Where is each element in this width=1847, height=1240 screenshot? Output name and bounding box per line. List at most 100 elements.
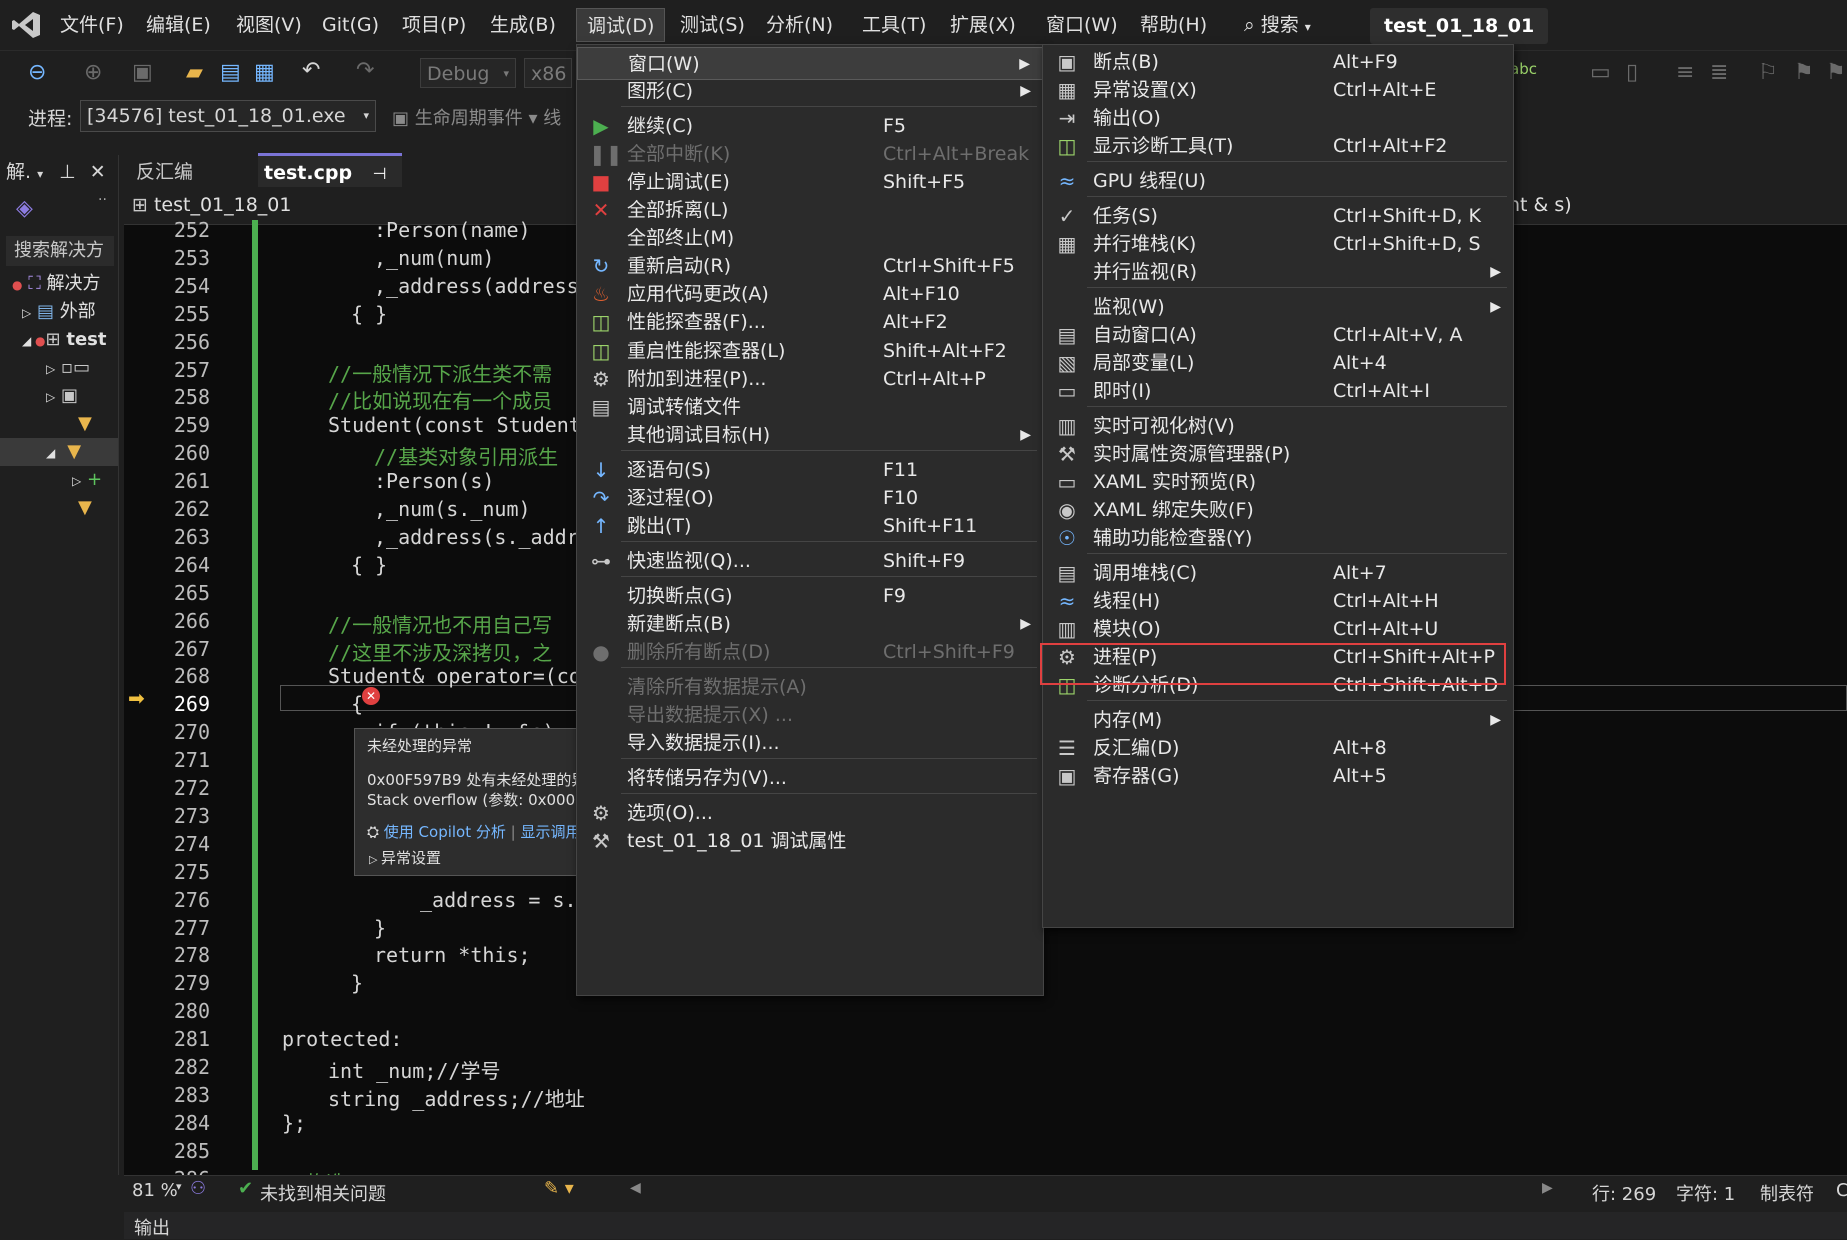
menu-item-shortcut: Ctrl+Shift+F9 [883, 641, 1015, 663]
menu-item-shortcut: Alt+5 [1333, 765, 1387, 787]
outdent-icon[interactable]: ≡ [1676, 60, 1694, 85]
line-number: 284 [173, 1111, 210, 1135]
undo-icon[interactable]: ↶ [302, 58, 320, 83]
project-scope-dropdown[interactable]: ⊞ test_01_18_01 [132, 194, 292, 216]
tree-item-external[interactable]: ▷ ▤ 外部 [0, 298, 118, 326]
output-panel-tab[interactable]: 输出 [124, 1212, 1847, 1239]
spell-check-icon[interactable]: abc [1510, 60, 1537, 78]
tab-test-cpp[interactable]: test.cpp ⊣ ✕ [258, 153, 402, 219]
new-project-icon[interactable]: ▣ [132, 60, 153, 85]
bookmark-prev-icon[interactable]: ⚑ [1794, 60, 1814, 85]
show-call-stack-link[interactable]: 显示调用 [521, 823, 581, 841]
tree-item-filter-header[interactable]: ▼ [0, 410, 118, 438]
menu-11[interactable]: 窗口(W) [1036, 8, 1128, 42]
redo-icon[interactable]: ↷ [356, 58, 374, 83]
tree-item-file[interactable]: ▷ + [0, 466, 118, 494]
expand-icon[interactable]: ▷ [22, 306, 31, 320]
save-icon[interactable]: ▤ [220, 60, 241, 85]
scroll-right-icon[interactable]: ▶ [1542, 1180, 1553, 1196]
exception-settings-toggle[interactable]: ▷ 异常设置 [369, 847, 441, 868]
copilot-status-icon[interactable]: ⚇ [190, 1178, 206, 1199]
bookmark-next-icon[interactable]: ⚑ [1826, 60, 1846, 85]
menu-item[interactable]: ≈ GPU 线程(U) [1043, 165, 1513, 198]
process-select[interactable]: [34576] test_01_18_01.exe ▾ [80, 100, 376, 132]
menu-item[interactable]: 并行监视(R) ▶ [1043, 256, 1513, 289]
menu-item[interactable]: 其他调试目标(H) ▶ [577, 419, 1043, 452]
menu-4[interactable]: 项目(P) [392, 8, 476, 42]
copilot-analyze-link[interactable]: ⛭ 使用 Copilot 分析 | 显示调用 [367, 821, 581, 842]
chevron-down-icon[interactable]: ▾ [37, 167, 43, 181]
solution-explorer-tab[interactable]: 解. ▾ ⊥ ✕ [6, 155, 106, 189]
menu-item[interactable]: 导入数据提示(I)... [577, 727, 1043, 760]
menu-1[interactable]: 编辑(E) [136, 8, 221, 42]
member-scope-dropdown[interactable]: nt & s) [1508, 194, 1572, 216]
indent-icon[interactable]: ≣ [1710, 60, 1728, 85]
menu-item[interactable]: 将转储另存为(V)... [577, 762, 1043, 795]
scroll-left-icon[interactable]: ◀ [630, 1180, 641, 1196]
menu-item[interactable]: ☉ 辅助功能检查器(Y) [1043, 522, 1513, 555]
solution-search-input[interactable]: 搜索解决方 [6, 236, 114, 266]
zoom-level[interactable]: 81 % [132, 1180, 178, 1201]
menu-item[interactable]: ▣ 寄存器(G) Alt+5 [1043, 760, 1513, 793]
collapse-icon[interactable]: ◢ [22, 334, 31, 348]
line-ending-indicator[interactable]: C [1836, 1180, 1847, 1201]
project-icon: ⊞ [45, 329, 67, 350]
comment-icon[interactable]: ▭ [1590, 60, 1611, 85]
tree-item-filter-source[interactable]: ◢ ▼ [0, 438, 118, 466]
cleanup-icon[interactable]: ✎ ▾ [544, 1178, 574, 1199]
lifecycle-events-button[interactable]: ▣ 生命周期事件 ▾ 线 [392, 104, 561, 130]
menu-separator [1087, 161, 1507, 162]
menu-item[interactable]: ⊶ 快速监视(Q)... Shift+F9 [577, 545, 1043, 578]
menu-10[interactable]: 扩展(X) [940, 8, 1026, 42]
menu-item[interactable]: ⚒ test_01_18_01 调试属性 [577, 825, 1043, 858]
menu-12[interactable]: 帮助(H) [1130, 8, 1217, 42]
menu-item[interactable]: ↑ 跳出(T) Shift+F11 [577, 510, 1043, 543]
menu-5[interactable]: 生成(B) [480, 8, 566, 42]
pin-icon[interactable]: ⊥ [59, 161, 76, 183]
menu-2[interactable]: 视图(V) [226, 8, 312, 42]
tree-item-project[interactable]: ◢ ●⊞ test [0, 326, 118, 354]
debug-menu-dropdown: 窗口(W) ▶ 图形(C) ▶ ▶ 继续(C) F5 ❚❚ 全部中断(K) Ctrl+Alt+Br… [576, 44, 1044, 996]
solution-configuration-select[interactable]: Debug ▾ [420, 58, 516, 88]
navigate-back-icon[interactable]: ⊖ [28, 60, 46, 85]
menu-0[interactable]: 文件(F) [50, 8, 134, 42]
search-box[interactable]: ⌕ 搜索 ▾ [1244, 8, 1311, 42]
menu-item[interactable]: ▭ 即时(I) Ctrl+Alt+I [1043, 375, 1513, 408]
char-indicator[interactable]: 字符: 1 [1676, 1180, 1735, 1206]
external-deps-icon: ▤ [31, 301, 60, 322]
visual-studio-logo-icon[interactable] [10, 10, 42, 40]
line-indicator[interactable]: 行: 269 [1592, 1180, 1656, 1206]
menu-item-shortcut: Ctrl+Alt+F2 [1333, 135, 1448, 157]
pin-icon[interactable]: ⊣ [373, 164, 387, 183]
line-number: 261 [173, 469, 210, 493]
menu-9[interactable]: 工具(T) [852, 8, 936, 42]
switch-views-icon[interactable]: ◈ [16, 196, 33, 221]
issues-status[interactable]: 未找到相关问题 [260, 1180, 386, 1206]
solution-platform-select[interactable]: x86 [524, 58, 572, 88]
chevron-down-icon[interactable]: ▾ [176, 1180, 182, 1193]
menu-separator [621, 575, 1037, 577]
search-icon: ⌕ [1244, 14, 1255, 36]
menu-item[interactable]: 图形(C) ▶ [577, 75, 1043, 108]
tab-disassembly[interactable]: 反汇编 [132, 155, 264, 189]
tree-item-solution[interactable]: ● ⛶ 解决方 [0, 270, 118, 298]
more-options-icon[interactable]: ·· [98, 192, 107, 208]
tree-item-filter-resource[interactable]: ▼ [0, 494, 118, 522]
menu-item[interactable]: ● 删除所有断点(D) Ctrl+Shift+F9 [577, 636, 1043, 669]
save-all-icon[interactable]: ▦ [254, 60, 275, 85]
close-icon[interactable]: ✕ [90, 161, 106, 183]
menu-item[interactable]: ◫ 显示诊断工具(T) Ctrl+Alt+F2 [1043, 130, 1513, 163]
menu-7[interactable]: 测试(S) [670, 8, 755, 42]
tree-item-references[interactable]: ▷ ▫▭ [0, 354, 118, 382]
tree-item-external-deps[interactable]: ▷ ▣ [0, 382, 118, 410]
menu-8[interactable]: 分析(N) [756, 8, 843, 42]
open-folder-icon[interactable]: ▰ [186, 60, 203, 85]
navigate-forward-icon[interactable]: ⊕ [84, 60, 102, 85]
references-icon: ▫▭ [55, 357, 91, 378]
bookmark-icon[interactable]: ⚐ [1758, 60, 1778, 85]
menu-6[interactable]: 调试(D) [576, 8, 666, 42]
uncomment-icon[interactable]: ▯ [1626, 60, 1638, 85]
tab-mode-indicator[interactable]: 制表符 [1760, 1180, 1814, 1206]
menu-3[interactable]: Git(G) [312, 8, 389, 42]
error-icon[interactable]: ✕ [362, 687, 380, 705]
